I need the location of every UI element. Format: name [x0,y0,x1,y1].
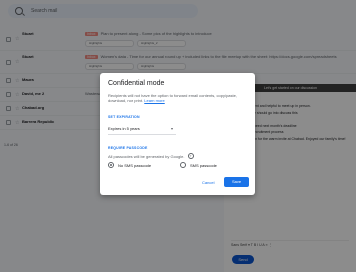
confidential-mode-dialog: Confidential mode Recipients will not ha… [100,73,255,195]
require-passcode-label: REQUIRE PASSCODE [108,146,148,150]
dropdown-arrow-icon: ▾ [170,126,173,131]
radio-button-selected[interactable] [108,162,114,168]
dialog-title: Confidential mode [108,80,165,87]
passcode-note: All passcodes will be generated by Googl… [108,153,194,159]
set-expiration-label: SET EXPIRATION [108,115,140,119]
expiration-value: Expires in 5 years [108,126,140,131]
save-button[interactable]: Save [224,177,249,187]
expiration-select[interactable]: Expires in 5 years ▾ [108,124,176,135]
learn-more-link[interactable]: Learn more [144,98,164,103]
radio-sms[interactable]: SMS passcode [180,162,217,168]
radio-no-sms[interactable]: No SMS passcode [108,162,151,168]
radio-button[interactable] [180,162,186,168]
cancel-button[interactable]: Cancel [202,180,214,185]
dialog-description: Recipients will not have the option to f… [108,93,237,104]
help-icon[interactable]: ? [187,153,194,159]
